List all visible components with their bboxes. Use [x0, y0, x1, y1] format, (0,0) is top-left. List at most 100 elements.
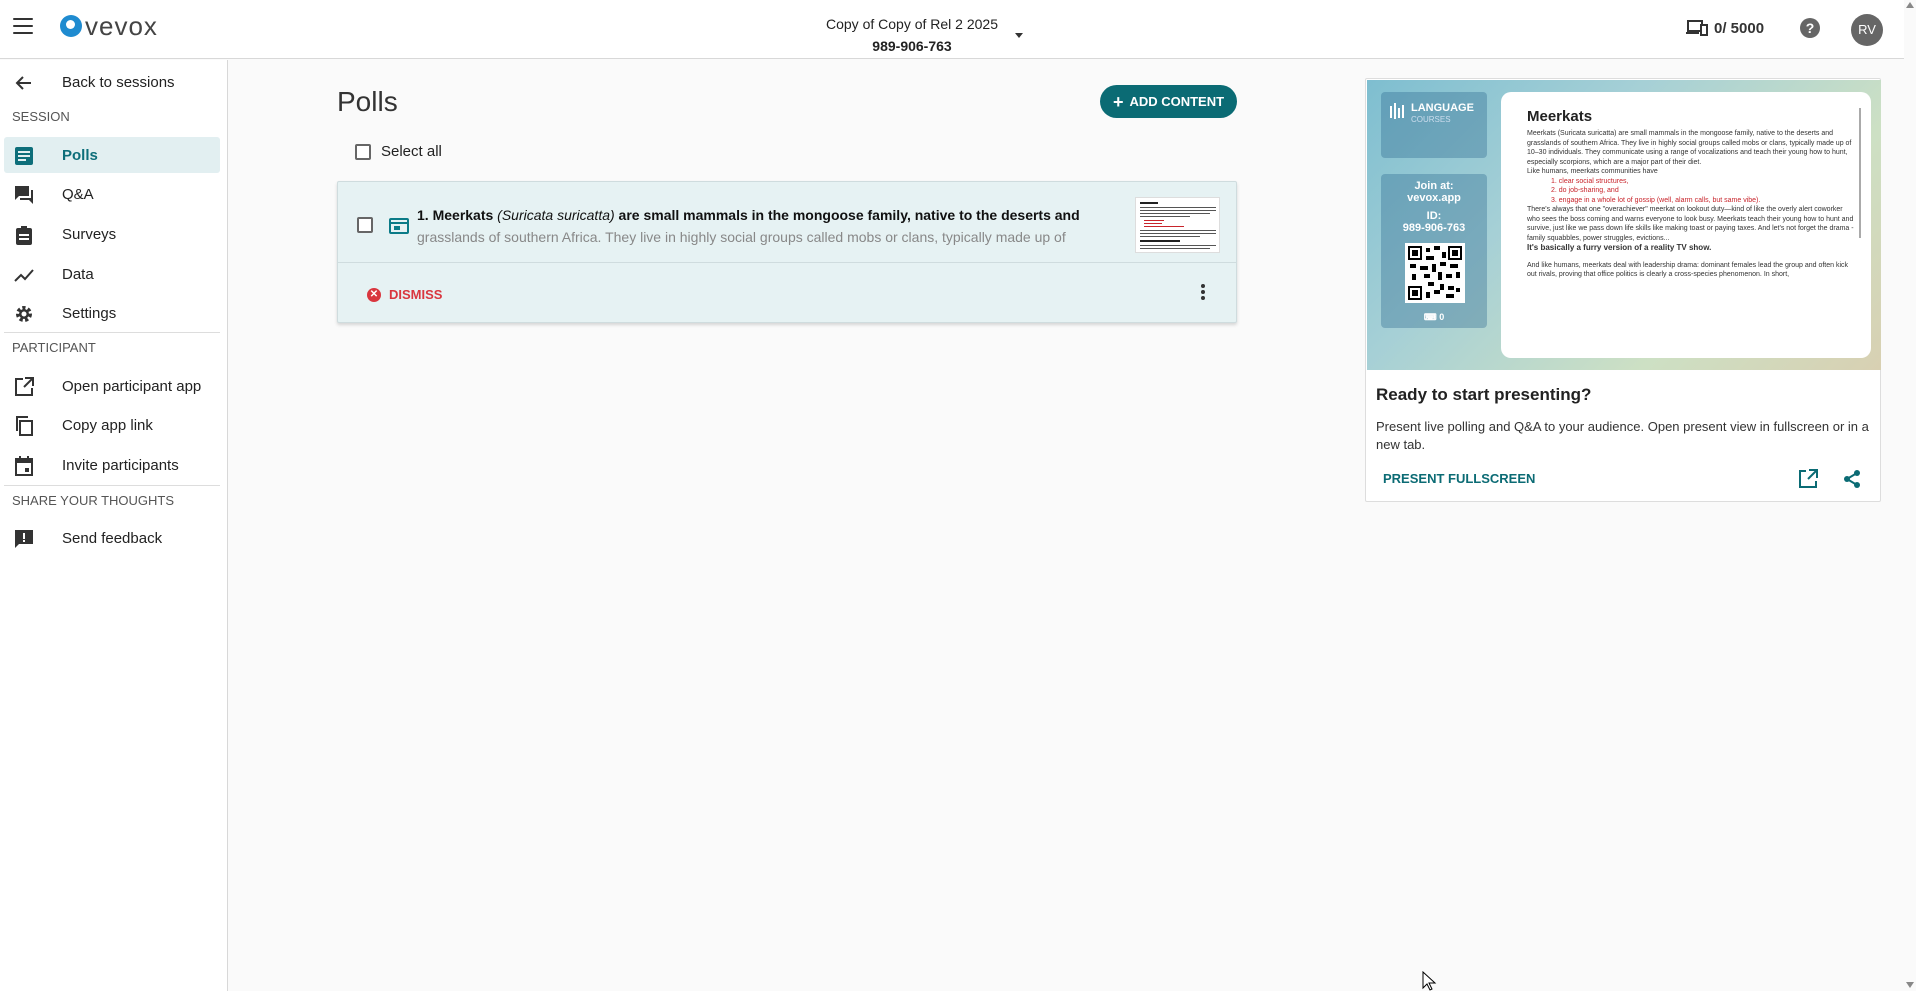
more-options-icon[interactable]: [1198, 284, 1208, 302]
poll-card[interactable]: 1. Meerkats (Suricata suricatta) are sma…: [337, 181, 1237, 323]
session-title[interactable]: Copy of Copy of Rel 2 2025: [800, 16, 1024, 32]
clipboard-icon: [16, 226, 32, 245]
dismiss-label: DISMISS: [389, 287, 443, 302]
sidebar-item-surveys[interactable]: Surveys: [4, 216, 220, 252]
scroll-down-arrow[interactable]: [1906, 982, 1914, 988]
logo-text: vevox: [85, 11, 158, 41]
sidebar-item-copy-app-link[interactable]: Copy app link: [4, 407, 220, 443]
session-id[interactable]: 989-906-763: [800, 38, 1024, 54]
arrow-left-icon: [15, 76, 31, 90]
logo-text: LANGUAGE: [1411, 102, 1474, 114]
slide-paragraph: Meerkats (Suricata suricatta) are small …: [1527, 130, 1852, 166]
slide-type-icon: [389, 218, 409, 234]
devices-icon: [1686, 20, 1708, 36]
avatar[interactable]: RV: [1851, 14, 1883, 46]
slide-content-card: Meerkats Meerkats (Suricata suricatta) a…: [1501, 92, 1871, 358]
mouse-cursor-icon: [1422, 971, 1437, 991]
slide-paragraph: Like humans, meerkats communities have: [1527, 168, 1658, 175]
thumbnail-preview: [1140, 202, 1216, 249]
sidebar-item-invite-participants[interactable]: Invite participants: [4, 447, 220, 483]
dismiss-button[interactable]: ✕ DISMISS: [367, 287, 442, 302]
divider: [4, 485, 220, 486]
join-at-label: Join at:: [1414, 180, 1454, 192]
poll-text-bold: Meerkats: [432, 207, 494, 223]
slide-scrollbar[interactable]: [1859, 108, 1861, 238]
close-circle-icon: ✕: [367, 287, 381, 302]
poll-checkbox[interactable]: [357, 217, 373, 233]
poll-text-italic: (Suricata suricatta): [497, 207, 615, 223]
bars-logo-icon: [1390, 103, 1404, 119]
qr-pattern: [1408, 246, 1462, 300]
slide-list-item: 2. do job-sharing, and: [1551, 187, 1619, 194]
ready-description: Present live polling and Q&A to your aud…: [1376, 419, 1869, 452]
sidebar-item-qa[interactable]: Q&A: [4, 176, 220, 212]
copy-icon: [16, 416, 33, 436]
back-to-sessions-link[interactable]: Back to sessions: [4, 64, 220, 100]
sidebar-item-label: Copy app link: [62, 416, 153, 434]
chat-icon: [15, 186, 33, 204]
poll-thumbnail: [1135, 197, 1220, 253]
polls-icon: [15, 147, 33, 165]
id-label: ID:: [1426, 210, 1442, 222]
sidebar-item-send-feedback[interactable]: Send feedback: [4, 520, 220, 556]
divider: [4, 332, 220, 333]
qr-code: [1405, 243, 1465, 303]
section-session: SESSION: [12, 109, 70, 124]
join-at-url: vevox.app: [1407, 192, 1461, 204]
participants-icon: ⌨: [1423, 312, 1437, 322]
page-title: Polls: [337, 86, 398, 117]
sidebar-item-label: Settings: [62, 304, 117, 322]
top-bar: vevox Copy of Copy of Rel 2 2025 989-906…: [0, 0, 1904, 59]
present-fullscreen-button[interactable]: PRESENT FULLSCREEN: [1383, 471, 1535, 486]
select-all-checkbox[interactable]: Select all: [355, 143, 442, 160]
help-icon[interactable]: ?: [1800, 18, 1820, 38]
slide-preview[interactable]: LANGUAGE COURSES Join at: vevox.app ID: …: [1367, 80, 1881, 370]
sidebar-item-label: Surveys: [62, 225, 117, 243]
slide-list-item: 1. clear social structures,: [1551, 177, 1629, 185]
sidebar-item-label: Polls: [62, 146, 98, 164]
participant-count-value: 0: [1439, 312, 1445, 322]
sidebar-item-polls[interactable]: Polls: [4, 137, 220, 173]
menu-icon[interactable]: [13, 18, 33, 34]
external-link-icon: [15, 377, 34, 396]
ready-title: Ready to start presenting?: [1376, 385, 1592, 404]
calendar-icon: [15, 456, 33, 476]
slide-title: Meerkats: [1527, 108, 1593, 125]
vevox-logo[interactable]: vevox: [60, 11, 158, 41]
poll-text[interactable]: 1. Meerkats (Suricata suricatta) are sma…: [417, 204, 1097, 252]
join-info-box: Join at: vevox.app ID: 989-906-763 ⌨ 0: [1381, 174, 1487, 328]
sidebar-item-open-participant-app[interactable]: Open participant app: [4, 368, 220, 404]
checkbox[interactable]: [355, 143, 371, 160]
session-dropdown-icon[interactable]: [1015, 33, 1023, 38]
gear-icon: [16, 306, 32, 322]
add-content-button[interactable]: + ADD CONTENT: [1100, 85, 1237, 118]
sidebar-item-label: Q&A: [62, 185, 94, 203]
sidebar-item-label: Data: [62, 265, 94, 283]
poll-text-bold-rest: are small mammals in the mongoose family…: [618, 207, 1080, 223]
slide-bold-line: It's basically a furry version of a real…: [1527, 243, 1712, 252]
open-new-tab-icon[interactable]: [1798, 469, 1818, 489]
scroll-up-arrow[interactable]: [1906, 2, 1914, 8]
device-count-text: 0/ 5000: [1714, 19, 1765, 37]
sidebar: Back to sessions SESSION Polls Q&A Surve…: [0, 60, 228, 991]
device-count[interactable]: 0/ 5000: [1686, 19, 1764, 37]
chart-line-icon: [14, 269, 34, 282]
poll-text-faded: grasslands of southern Africa. They live…: [417, 229, 1066, 245]
slide-paragraph: There's always that one "overachiever" m…: [1527, 206, 1854, 242]
add-content-label: ADD CONTENT: [1129, 94, 1225, 109]
divider: [338, 262, 1236, 263]
share-icon[interactable]: [1842, 469, 1862, 489]
logo-mark-icon: [60, 15, 82, 37]
present-preview-panel: LANGUAGE COURSES Join at: vevox.app ID: …: [1365, 78, 1881, 502]
sidebar-item-data[interactable]: Data: [4, 256, 220, 292]
sidebar-item-settings[interactable]: Settings: [4, 295, 220, 331]
sidebar-item-label: Invite participants: [62, 456, 179, 474]
section-participant: PARTICIPANT: [12, 340, 96, 355]
section-share-thoughts: SHARE YOUR THOUGHTS: [12, 493, 175, 508]
plus-icon: +: [1112, 91, 1124, 112]
feedback-icon: [15, 530, 33, 548]
language-courses-logo: LANGUAGE COURSES: [1389, 102, 1474, 126]
slide-paragraph: And like humans, meerkats deal with lead…: [1527, 261, 1849, 279]
participant-count: ⌨ 0: [1381, 311, 1487, 323]
sidebar-item-label: Send feedback: [62, 529, 163, 547]
